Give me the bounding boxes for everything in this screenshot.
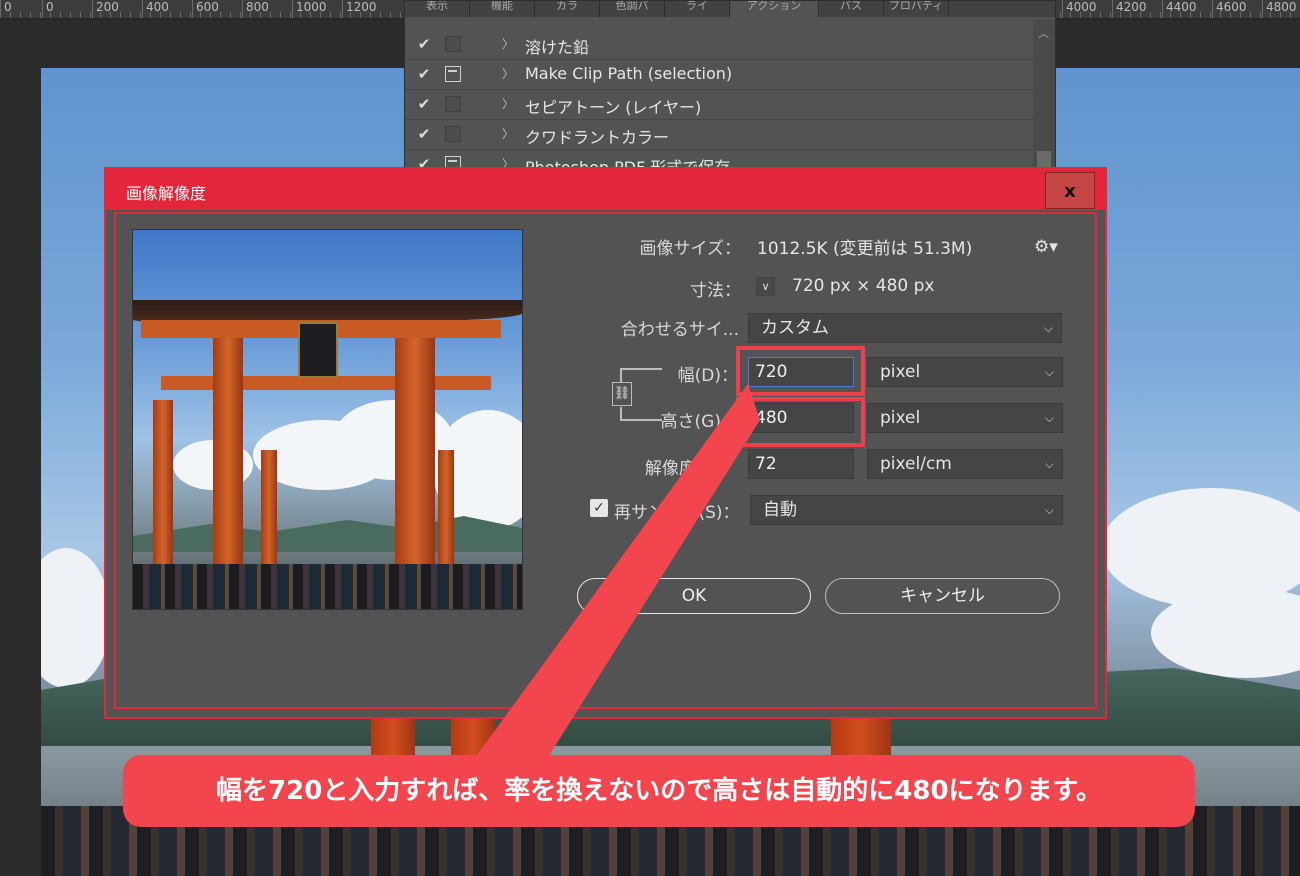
chevron-down-icon: ⌵ (1044, 457, 1054, 471)
cloud (41, 548, 111, 688)
torii-post (395, 338, 435, 578)
ruler-tick: 1000 (292, 0, 327, 18)
scrollbar[interactable]: ︿ (1033, 19, 1055, 179)
ok-button[interactable]: OK (577, 578, 811, 614)
tab-functions[interactable]: 機能 (470, 1, 535, 17)
torii-beam (133, 300, 522, 322)
dialog-titlebar[interactable]: 画像解像度 x (106, 169, 1105, 210)
torii-plaque (298, 322, 338, 378)
ruler-tick: 4400 (1162, 0, 1197, 18)
resolution-unit-select[interactable]: pixel/cm ⌵ (867, 449, 1063, 479)
width-unit-select[interactable]: pixel ⌵ (867, 357, 1063, 387)
close-button[interactable]: x (1045, 172, 1095, 209)
tab-actions[interactable]: アクション (730, 1, 819, 17)
action-item[interactable]: ✔ 〉 セピアトーン (レイヤー) (405, 90, 1033, 120)
panel-tabs: 表示 機能 カラ 色調パ ライ アクション パス プロパティ (405, 1, 1055, 17)
fit-to-value: カスタム (761, 318, 829, 338)
chevron-right-icon[interactable]: 〉 (502, 35, 514, 52)
resample-label: 再サンプル(S)： (614, 503, 740, 523)
tab-layers[interactable]: ライ (665, 1, 730, 17)
action-item[interactable]: ✔ 〉 クワドラントカラー (405, 120, 1033, 150)
fit-to-label: 合わせるサイ... (620, 320, 739, 340)
resolution-unit-value: pixel/cm (880, 454, 952, 474)
ruler-tick: 4600 (1212, 0, 1247, 18)
height-unit-select[interactable]: pixel ⌵ (867, 403, 1063, 433)
resolution-input[interactable]: 72 (748, 449, 854, 479)
action-name: セピアトーン (レイヤー) (525, 98, 702, 117)
tab-color[interactable]: カラ (535, 1, 600, 17)
tab-properties[interactable]: プロパティ (884, 1, 949, 17)
height-input[interactable]: 480 (748, 403, 854, 433)
torii-beam (161, 376, 491, 390)
height-unit-value: pixel (880, 408, 921, 428)
scroll-up-icon[interactable]: ︿ (1038, 25, 1049, 41)
link-icon[interactable]: ⛓ (612, 382, 632, 406)
gear-icon[interactable]: ⚙▾ (1034, 237, 1058, 257)
dimensions-value: 720 px × 480 px (792, 276, 935, 296)
tab-paths[interactable]: パス (819, 1, 884, 17)
action-item[interactable]: ✔ 〉 Make Clip Path (selection) (405, 60, 1033, 90)
chevron-down-icon[interactable]: ∨ (756, 277, 775, 296)
action-item[interactable]: ✔ 〉 溶けた鉛 (405, 30, 1033, 60)
ruler-tick: 4200 (1112, 0, 1147, 18)
dialog-title: 画像解像度 (126, 184, 207, 203)
fit-to-select[interactable]: カスタム ⌵ (748, 313, 1062, 343)
chevron-down-icon: ⌵ (1043, 321, 1053, 335)
cancel-button[interactable]: キャンセル (825, 578, 1060, 614)
width-input[interactable]: 720 (748, 357, 854, 387)
mountain (133, 516, 522, 552)
ruler-tick: 0 (42, 0, 54, 18)
torii-post (153, 400, 173, 580)
resample-checkbox[interactable]: ✓ (590, 499, 608, 517)
dimensions-label: 寸法： (690, 281, 741, 301)
action-name: Make Clip Path (selection) (525, 64, 733, 83)
resolution-label: 解像度(R)： (644, 459, 738, 479)
tab-adjustments[interactable]: 色調パ (600, 1, 665, 17)
action-name: クワドラントカラー (525, 128, 670, 147)
dialog-toggle[interactable] (445, 96, 461, 112)
tab-view[interactable]: 表示 (405, 1, 470, 17)
ruler-tick: 4000 (1062, 0, 1097, 18)
dialog-toggle[interactable] (445, 66, 461, 82)
torii-post (261, 450, 277, 570)
width-unit-value: pixel (880, 362, 921, 382)
chevron-down-icon: ⌵ (1044, 503, 1054, 517)
checkmark-icon[interactable]: ✔ (415, 95, 433, 113)
dialog-toggle[interactable] (445, 36, 461, 52)
chevron-right-icon[interactable]: 〉 (502, 65, 514, 82)
chevron-right-icon[interactable]: 〉 (502, 125, 514, 142)
chevron-right-icon[interactable]: 〉 (502, 95, 514, 112)
image-size-dialog: 画像解像度 x 画像サイズ： 1012.5K (変更前は 51.3M) ⚙▾ 寸… (104, 167, 1107, 719)
annotation-callout: 幅を720と入力すれば、率を換えないので高さは自動的に480になります。 (123, 755, 1195, 827)
checkmark-icon[interactable]: ✔ (415, 35, 433, 53)
ruler-tick: 4800 (1262, 0, 1297, 18)
chevron-down-icon: ⌵ (1044, 365, 1054, 379)
ruler-tick: 200 (92, 0, 119, 18)
actions-panel: 表示 機能 カラ 色調パ ライ アクション パス プロパティ ✔ 〉 溶けた鉛 … (404, 0, 1056, 180)
dialog-toggle[interactable] (445, 126, 461, 142)
resample-select[interactable]: 自動 ⌵ (750, 495, 1063, 525)
resample-value: 自動 (763, 500, 797, 520)
torii-post (438, 450, 454, 570)
checkmark-icon[interactable]: ✔ (415, 65, 433, 83)
image-size-value: 1012.5K (変更前は 51.3M) (757, 239, 973, 259)
height-label: 高さ(G)： (660, 412, 738, 432)
action-name: 溶けた鉛 (525, 38, 590, 57)
image-preview[interactable] (132, 229, 523, 610)
width-label: 幅(D)： (677, 366, 738, 386)
ruler-tick: 600 (192, 0, 219, 18)
ruler-tick: 400 (142, 0, 169, 18)
ruler-tick: 1200 (342, 0, 377, 18)
crowd (133, 564, 522, 609)
torii-post (213, 338, 243, 578)
chevron-down-icon: ⌵ (1044, 411, 1054, 425)
ruler-tick: 0 (0, 0, 12, 18)
image-size-label: 画像サイズ： (639, 239, 742, 259)
ruler-tick: 800 (242, 0, 269, 18)
close-icon: x (1064, 181, 1076, 202)
checkmark-icon[interactable]: ✔ (415, 125, 433, 143)
